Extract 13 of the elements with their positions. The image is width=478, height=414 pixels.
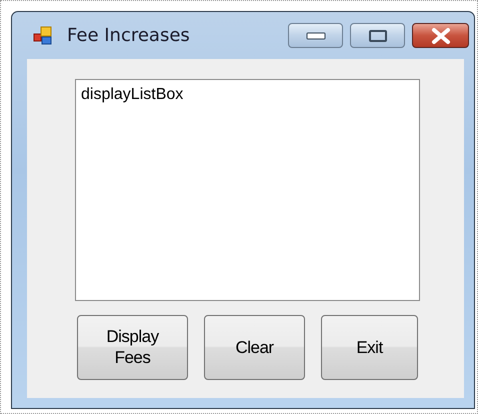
app-icon bbox=[33, 26, 53, 46]
close-icon bbox=[430, 28, 452, 44]
window-title: Fee Increases bbox=[67, 25, 191, 46]
action-button[interactable]: Clear bbox=[204, 315, 305, 380]
action-button[interactable]: Display Fees bbox=[77, 315, 188, 380]
close-button[interactable] bbox=[412, 23, 469, 48]
list-item[interactable]: displayListBox bbox=[81, 86, 414, 104]
maximize-icon bbox=[368, 28, 388, 42]
minimize-icon bbox=[306, 32, 326, 40]
minimize-button[interactable] bbox=[288, 23, 343, 48]
list-box[interactable]: displayListBox bbox=[75, 79, 420, 301]
action-button[interactable]: Exit bbox=[321, 315, 418, 380]
maximize-button[interactable] bbox=[350, 23, 405, 48]
